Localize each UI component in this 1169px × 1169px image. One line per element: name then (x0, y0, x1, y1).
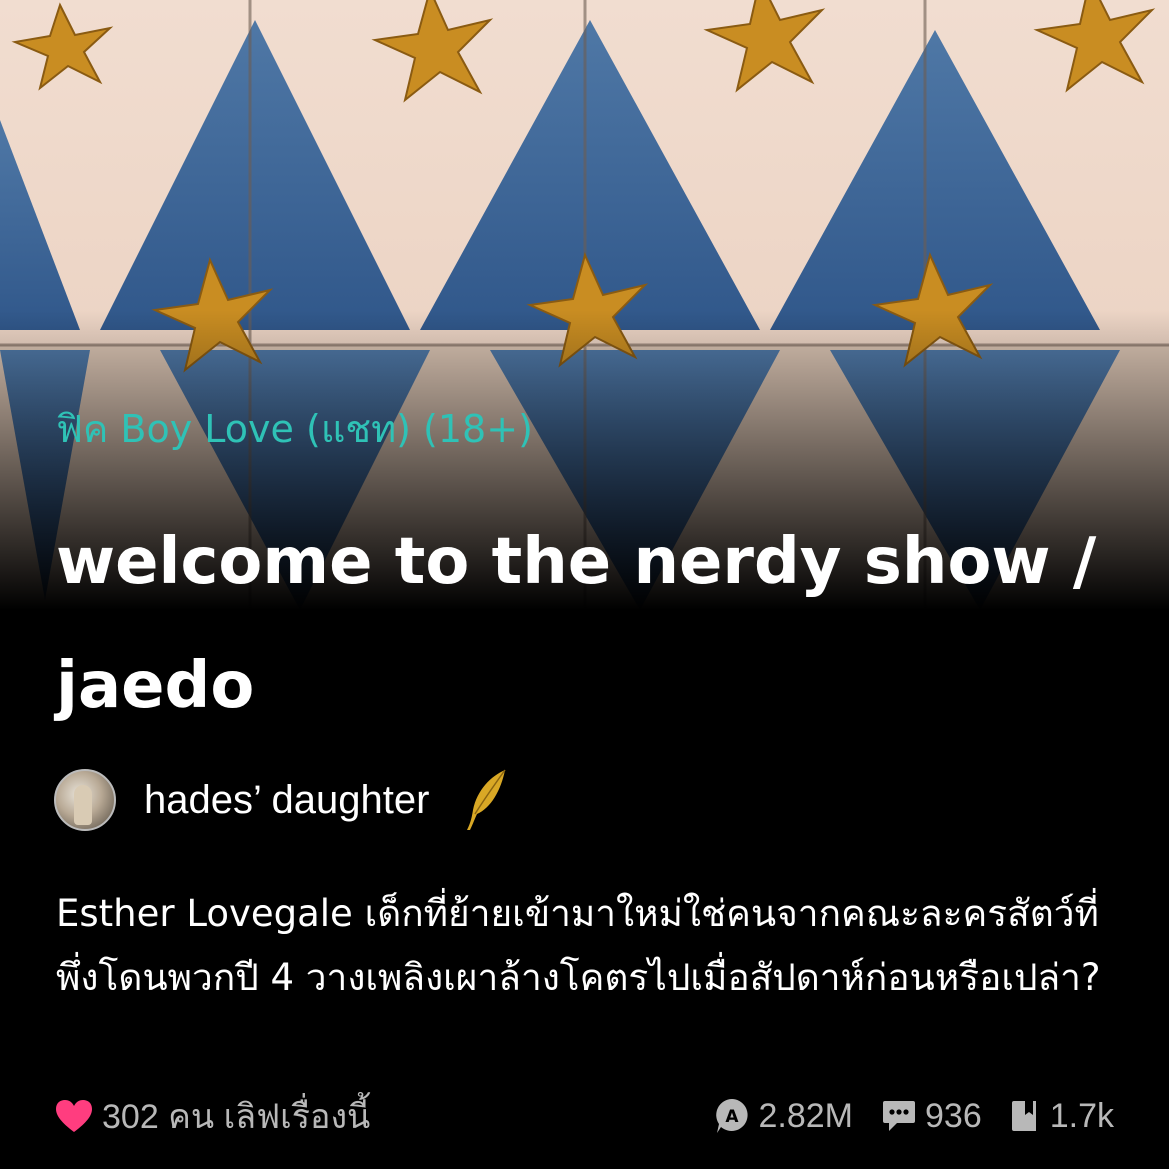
chapters-stat: 1.7k (1010, 1097, 1114, 1136)
comments-count: 936 (925, 1096, 982, 1135)
svg-text:A: A (725, 1107, 739, 1127)
reads-count: 2.82M (758, 1096, 854, 1135)
quill-icon (467, 769, 507, 830)
stats-bar: 302 คน เลิฟเรื่องนี้ A 2.82M 936 1.7k (54, 1088, 1114, 1144)
heart-icon (56, 1100, 92, 1132)
chapters-count: 1.7k (1049, 1096, 1114, 1135)
read-count-icon: A (715, 1099, 748, 1133)
comment-icon (883, 1101, 915, 1131)
story-title: welcome to the nerdy show / jaedo (56, 525, 1097, 723)
avatar[interactable] (54, 769, 116, 831)
story-category[interactable]: ฟิค Boy Love (แชท) (18+) (56, 404, 533, 454)
story-description: Esther Lovegale เด็กที่ย้ายเข้ามาใหม่ใช่… (56, 892, 1101, 999)
likes-stat[interactable]: 302 คน เลิฟเรื่องนี้ (54, 1089, 370, 1143)
likes-count: 302 คน เลิฟเรื่องนี้ (102, 1098, 371, 1136)
chapter-icon (1011, 1101, 1036, 1131)
reads-stat: A 2.82M (713, 1096, 854, 1136)
comments-stat: 936 (881, 1097, 982, 1136)
author-row[interactable]: hades’ daughter (54, 768, 509, 832)
author-name[interactable]: hades’ daughter (144, 778, 429, 823)
